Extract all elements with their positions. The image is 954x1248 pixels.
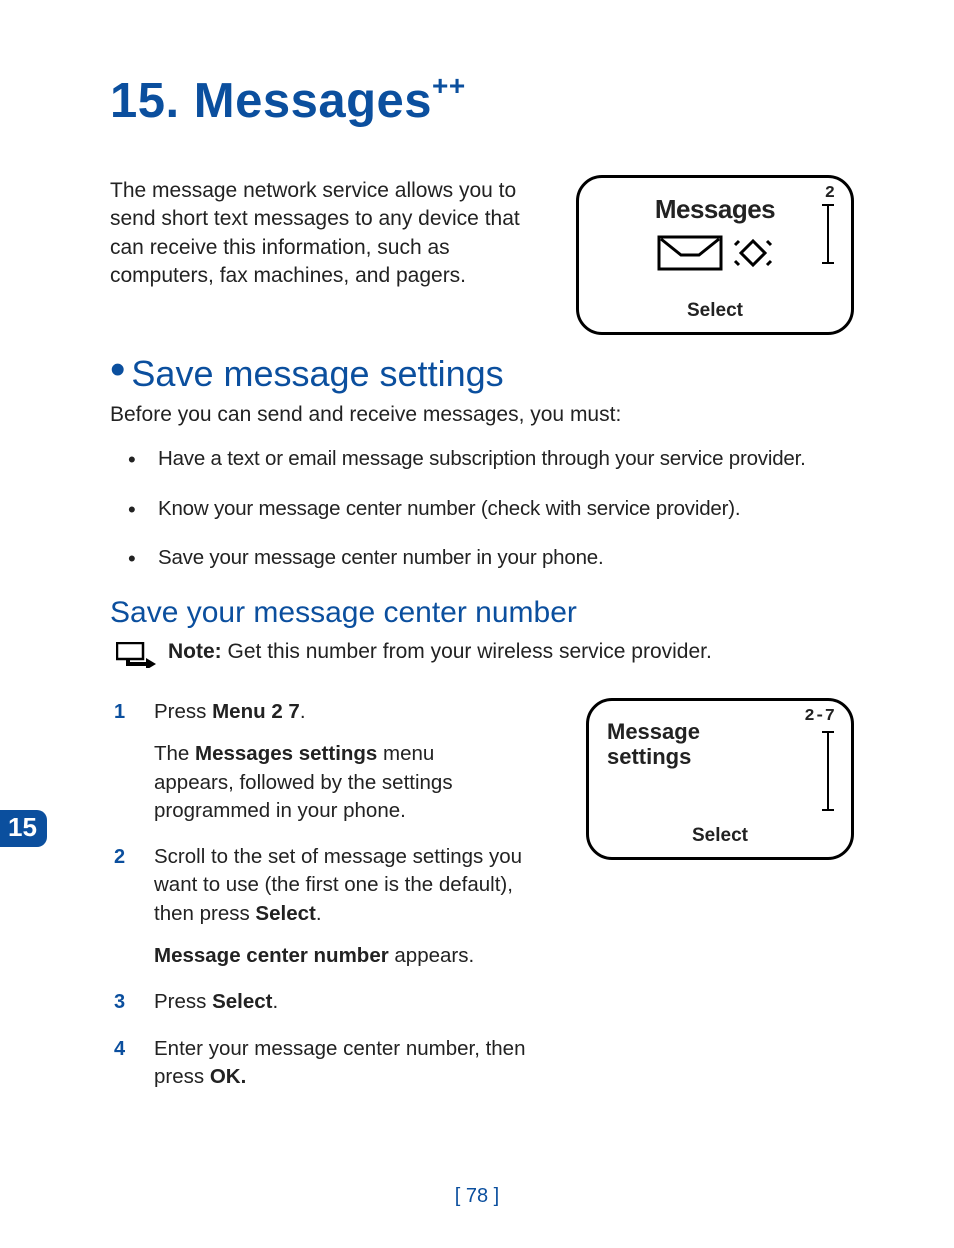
screen2-select-label: Select [589, 825, 851, 847]
section-title: •Save message settings [110, 345, 854, 395]
bullet-icon: • [110, 345, 125, 395]
screen2-title: Message settings [607, 719, 851, 770]
chapter-number: 15. [110, 74, 180, 128]
phone-screen-messages: 2 Messages Select [576, 175, 854, 335]
step-text: Scroll to the set of message settings yo… [154, 845, 522, 925]
note-body: Get this number from your wireless servi… [222, 640, 712, 663]
note-text: Note: Get this number from your wireless… [168, 640, 712, 664]
chapter-name: Messages [194, 74, 432, 128]
note-arrow-icon [116, 642, 156, 674]
page-number: [ 78 ] [0, 1185, 954, 1208]
sub-section-title: Save your message center number [110, 596, 854, 630]
step-bold: OK. [210, 1065, 246, 1088]
chapter-sup: ++ [432, 70, 466, 101]
step-bold: Message center number [154, 944, 389, 967]
step-text: The [154, 742, 195, 765]
intro-paragraph: The message network service allows you t… [110, 173, 546, 290]
chapter-tab-badge: 15 [0, 810, 47, 847]
step-text: appears. [389, 944, 474, 967]
phone-screen-settings: 2-7 Message settings Select [586, 698, 854, 860]
screen2-digit: 2-7 [804, 707, 835, 726]
note-label: Note: [168, 640, 222, 663]
step-text: . [300, 700, 306, 723]
scroll-indicator-icon [827, 204, 829, 264]
step-1: Press Menu 2 7. The Messages settings me… [154, 698, 558, 825]
section-title-text: Save message settings [131, 353, 503, 394]
screen1-select-label: Select [579, 300, 851, 322]
step-2-sub: Message center number appears. [154, 942, 524, 970]
chapter-title: 15. Messages++ [110, 70, 854, 129]
section-lead: Before you can send and receive messages… [110, 403, 854, 427]
step-text: Press [154, 700, 212, 723]
step-text: Press [154, 990, 212, 1013]
ring-icon [733, 235, 773, 276]
step-3: Press Select. [154, 988, 558, 1016]
requirement-item: Save your message center number in your … [158, 544, 854, 572]
requirement-item: Know your message center number (check w… [158, 495, 854, 523]
step-bold: Messages settings [195, 742, 377, 765]
requirement-item: Have a text or email message subscriptio… [158, 445, 854, 473]
step-text: . [273, 990, 279, 1013]
step-1-sub: The Messages settings menu appears, foll… [154, 740, 514, 825]
step-bold: Menu 2 7 [212, 700, 300, 723]
step-4: Enter your message center number, then p… [154, 1035, 558, 1092]
screen1-title: Messages [579, 194, 851, 225]
screen2-title-line2: settings [607, 744, 851, 769]
step-text: . [316, 902, 322, 925]
step-bold: Select [212, 990, 272, 1013]
envelope-icon [657, 235, 723, 276]
step-2: Scroll to the set of message settings yo… [154, 843, 524, 970]
step-bold: Select [255, 902, 315, 925]
note-row: Note: Get this number from your wireless… [110, 640, 854, 674]
scroll-indicator-icon [827, 731, 829, 811]
screen1-digit: 2 [825, 184, 835, 203]
